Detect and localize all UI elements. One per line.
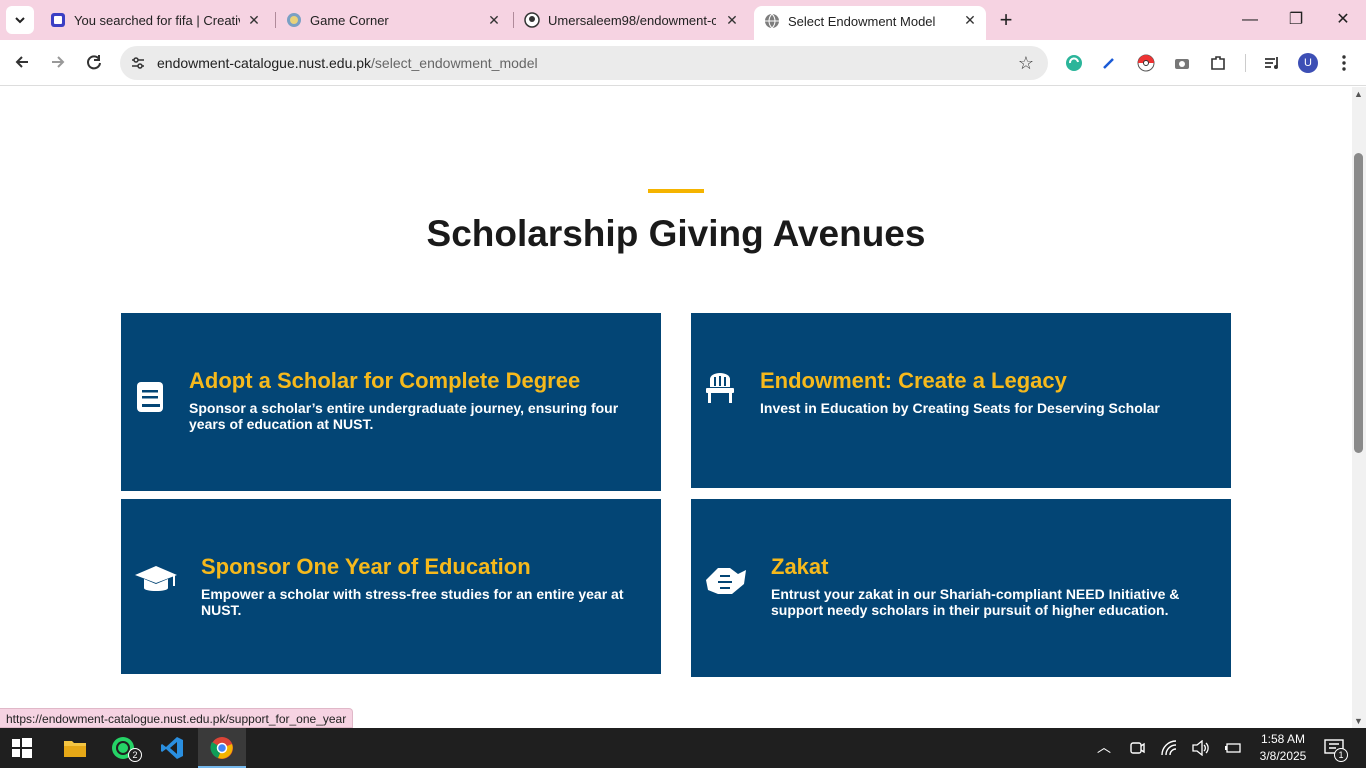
tab-creative[interactable]: You searched for fifa | Creative ( ✕ xyxy=(40,0,274,40)
card-endowment-legacy[interactable]: Endowment: Create a Legacy Invest in Edu… xyxy=(691,313,1231,488)
pen-extension-icon[interactable] xyxy=(1100,54,1118,72)
card-description: Entrust your zakat in our Shariah-compli… xyxy=(771,586,1180,618)
reload-icon xyxy=(87,55,101,70)
toolbar-divider xyxy=(1245,54,1246,72)
link-status-bubble: https://endowment-catalogue.nust.edu.pk/… xyxy=(0,708,354,728)
title-accent-line xyxy=(648,189,704,193)
forward-button[interactable] xyxy=(48,53,68,73)
reload-button[interactable] xyxy=(84,53,104,73)
chair-icon xyxy=(706,373,734,403)
url-path: /select_endowment_model xyxy=(371,55,538,71)
page-title: Scholarship Giving Avenues xyxy=(426,213,926,254)
page-content: Scholarship Giving Avenues Adopt a Schol… xyxy=(0,87,1352,728)
notification-badge: 1 xyxy=(1334,748,1348,762)
card-description: Empower a scholar with stress-free studi… xyxy=(201,586,624,618)
game-corner-favicon-icon xyxy=(287,13,301,27)
profile-avatar[interactable]: U xyxy=(1298,53,1318,73)
tab-select-endowment[interactable]: Select Endowment Model ✕ xyxy=(754,6,986,40)
arrow-right-icon xyxy=(52,56,65,68)
pokeball-extension-icon[interactable] xyxy=(1137,54,1155,72)
bookmark-star-icon[interactable]: ☆ xyxy=(1018,53,1034,74)
tab-title: Game Corner xyxy=(310,13,389,28)
scrollbar-thumb[interactable] xyxy=(1354,153,1363,453)
tab-title: You searched for fifa | Creative ( xyxy=(74,13,240,28)
menu-kebab-icon[interactable] xyxy=(1335,54,1353,72)
graduation-cap-icon xyxy=(135,566,177,591)
chevron-down-icon xyxy=(15,17,25,24)
card-title: Sponsor One Year of Education xyxy=(201,554,531,579)
github-icon xyxy=(524,12,540,28)
page-scrollbar[interactable]: ▲ ▼ xyxy=(1352,87,1366,728)
browser-toolbar: endowment-catalogue.nust.edu.pk/select_e… xyxy=(0,40,1366,86)
handshake-icon xyxy=(706,568,746,594)
address-bar[interactable]: endowment-catalogue.nust.edu.pk/select_e… xyxy=(120,46,1048,80)
tab-close-icon[interactable]: ✕ xyxy=(246,12,262,28)
whatsapp-badge: 2 xyxy=(128,748,142,762)
card-title: Endowment: Create a Legacy xyxy=(760,368,1067,393)
card-description: Sponsor a scholar’s entire undergraduate… xyxy=(189,400,619,432)
tab-close-icon[interactable]: ✕ xyxy=(724,12,740,28)
clock-time: 1:58 AM xyxy=(1260,732,1306,746)
tab-close-icon[interactable]: ✕ xyxy=(486,12,502,28)
network-icon[interactable] xyxy=(1161,740,1179,756)
system-clock[interactable]: 1:58 AM 3/8/2025 xyxy=(1254,731,1312,765)
tab-game-corner[interactable]: Game Corner ✕ xyxy=(276,0,512,40)
scroll-up-arrow-icon[interactable]: ▲ xyxy=(1354,89,1363,99)
windows-start-icon[interactable] xyxy=(12,738,32,758)
clock-date: 3/8/2025 xyxy=(1259,749,1307,763)
tab-title: Umersaleem98/endowment-cat xyxy=(548,13,716,28)
card-adopt-scholar[interactable]: Adopt a Scholar for Complete Degree Spon… xyxy=(121,313,661,491)
media-control-icon[interactable] xyxy=(1263,54,1281,72)
tab-close-icon[interactable]: ✕ xyxy=(962,12,978,28)
card-title: Zakat xyxy=(771,554,829,579)
creative-favicon-icon xyxy=(51,13,65,27)
arrow-left-icon xyxy=(15,56,28,68)
book-icon xyxy=(137,382,163,412)
scroll-down-arrow-icon[interactable]: ▼ xyxy=(1354,716,1363,726)
windows-taskbar: 2 ︿ 1:58 AM 3/8/2025 1 xyxy=(0,728,1366,768)
maximize-button[interactable]: ❐ xyxy=(1286,10,1306,30)
new-tab-button[interactable]: + xyxy=(996,9,1016,31)
file-explorer-icon[interactable] xyxy=(63,736,87,760)
url-domain: endowment-catalogue.nust.edu.pk xyxy=(157,55,372,71)
camera-icon[interactable] xyxy=(1173,54,1191,72)
tab-search-button[interactable] xyxy=(6,6,34,34)
card-title: Adopt a Scholar for Complete Degree xyxy=(189,368,581,393)
vscode-icon[interactable] xyxy=(160,736,184,760)
site-info-icon[interactable] xyxy=(130,55,146,71)
meet-now-icon[interactable] xyxy=(1129,740,1145,756)
minimize-button[interactable]: — xyxy=(1240,10,1260,30)
card-sponsor-one-year[interactable]: Sponsor One Year of Education Empower a … xyxy=(121,499,661,674)
tab-github[interactable]: Umersaleem98/endowment-cat ✕ xyxy=(514,0,750,40)
card-description: Invest in Education by Creating Seats fo… xyxy=(760,400,1160,416)
globe-icon xyxy=(765,13,779,29)
volume-icon[interactable] xyxy=(1192,740,1210,756)
tray-overflow-chevron-icon[interactable]: ︿ xyxy=(1097,737,1111,757)
url-text: endowment-catalogue.nust.edu.pk/select_e… xyxy=(157,55,538,71)
back-button[interactable] xyxy=(12,53,32,73)
chrome-icon xyxy=(210,737,233,759)
battery-icon[interactable] xyxy=(1224,740,1242,756)
sync-extension-icon[interactable] xyxy=(1065,54,1083,72)
card-zakat[interactable]: Zakat Entrust your zakat in our Shariah-… xyxy=(691,499,1231,677)
tab-title: Select Endowment Model xyxy=(788,14,936,29)
extensions-puzzle-icon[interactable] xyxy=(1209,54,1227,72)
close-window-button[interactable]: ✕ xyxy=(1333,10,1353,30)
chrome-taskbar-button[interactable] xyxy=(198,728,246,768)
tab-strip: You searched for fifa | Creative ( ✕ Gam… xyxy=(0,0,1366,40)
